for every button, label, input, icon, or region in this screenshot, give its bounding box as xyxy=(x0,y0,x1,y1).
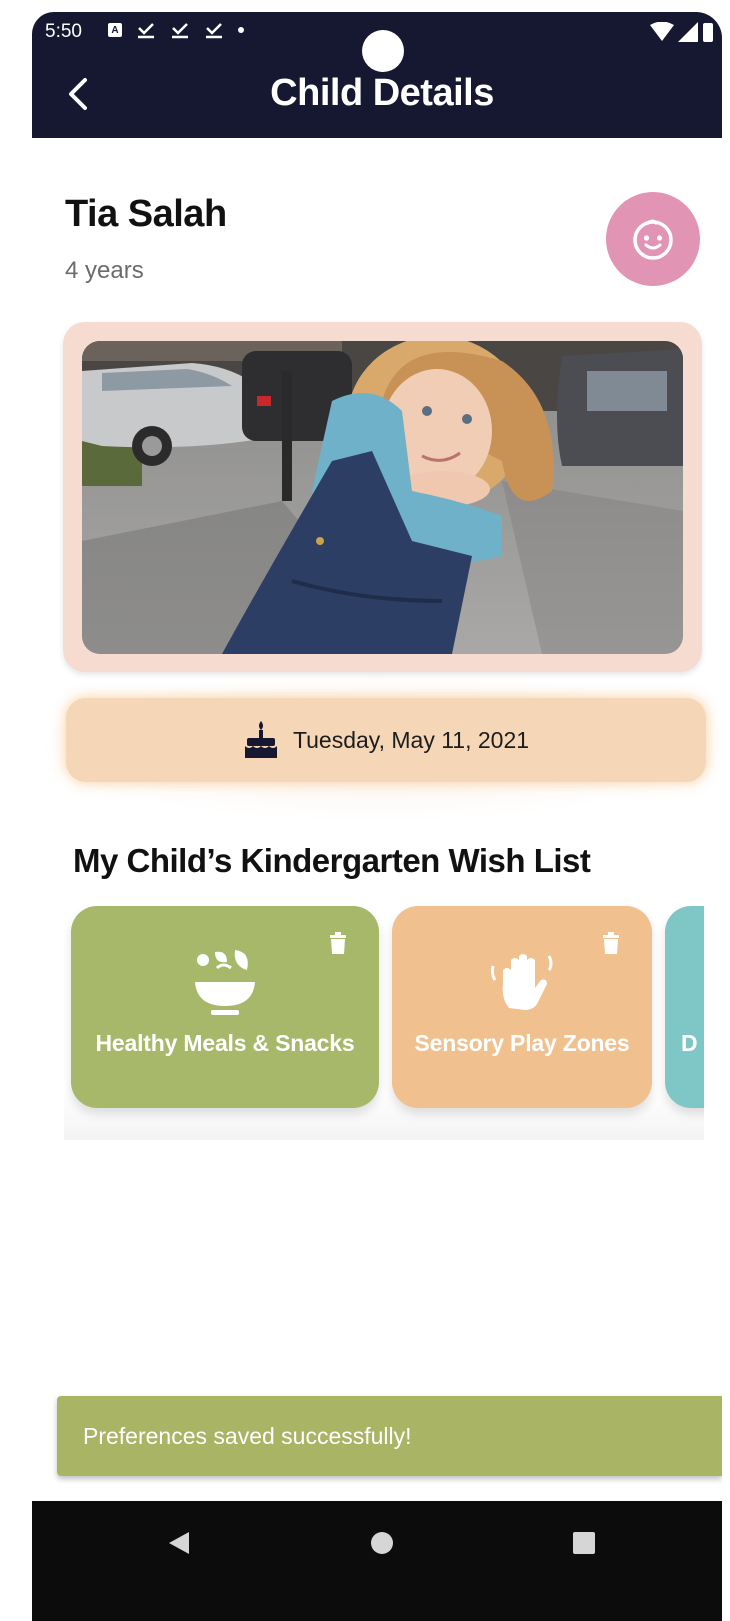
wifi-icon xyxy=(650,22,674,41)
camera-cutout xyxy=(362,30,404,72)
wishlist-icon-wrapper xyxy=(392,948,652,1014)
wishlist-card-sensory-play[interactable]: Sensory Play Zones xyxy=(392,906,652,1108)
child-photo-card xyxy=(63,322,702,672)
status-right-icons xyxy=(650,22,714,42)
wishlist-title: My Child’s Kindergarten Wish List xyxy=(73,842,591,879)
child-avatar-button[interactable] xyxy=(606,192,700,286)
task-check-icon xyxy=(204,21,224,39)
baby-face-icon xyxy=(633,219,673,260)
child-photo[interactable] xyxy=(82,341,683,654)
task-check-icon xyxy=(170,21,190,39)
notification-icons: A xyxy=(108,21,244,39)
app-notification-icon: A xyxy=(108,23,122,37)
more-notifications-dot xyxy=(238,27,244,33)
system-navigation-bar xyxy=(32,1501,722,1621)
wishlist-card-healthy-meals[interactable]: Healthy Meals & Snacks xyxy=(71,906,379,1108)
battery-icon xyxy=(703,23,713,42)
wishlist-carousel[interactable]: Healthy Meals & Snacks Sensory Play Zone… xyxy=(64,890,704,1140)
wishlist-icon-wrapper xyxy=(71,948,379,1018)
child-age: 4 years xyxy=(65,257,144,284)
birthday-date: Tuesday, May 11, 2021 xyxy=(292,726,530,753)
triangle-back-icon xyxy=(169,1532,189,1554)
birthday-cake-icon xyxy=(244,721,277,758)
wishlist-label: Healthy Meals & Snacks xyxy=(95,1030,355,1056)
waving-hand-icon xyxy=(490,954,553,1010)
status-time: 5:50 xyxy=(45,21,82,42)
child-photo-image xyxy=(82,341,683,654)
circle-home-icon xyxy=(371,1532,393,1554)
nav-home-button[interactable] xyxy=(362,1523,402,1563)
nav-recents-button[interactable] xyxy=(564,1523,604,1563)
wishlist-card-partial[interactable]: D xyxy=(665,906,704,1108)
task-check-icon xyxy=(136,21,156,39)
app-bar: 5:50 A Child Details xyxy=(32,12,722,138)
snackbar-message: Preferences saved successfully! xyxy=(83,1422,412,1449)
wishlist-label: D xyxy=(681,1030,698,1056)
birthday-pill[interactable]: Tuesday, May 11, 2021 xyxy=(66,698,706,782)
snackbar: Preferences saved successfully! xyxy=(57,1396,722,1476)
page-title: Child Details xyxy=(270,72,494,114)
nav-back-button[interactable] xyxy=(159,1523,199,1563)
wishlist-label: Sensory Play Zones xyxy=(414,1030,630,1056)
child-name: Tia Salah xyxy=(65,193,227,235)
square-recents-icon xyxy=(573,1532,595,1554)
phone-screen: 5:50 A Child Details Tia Salah 4 years T… xyxy=(32,12,722,1621)
signal-icon xyxy=(678,22,698,42)
salad-bowl-icon xyxy=(195,950,255,1015)
